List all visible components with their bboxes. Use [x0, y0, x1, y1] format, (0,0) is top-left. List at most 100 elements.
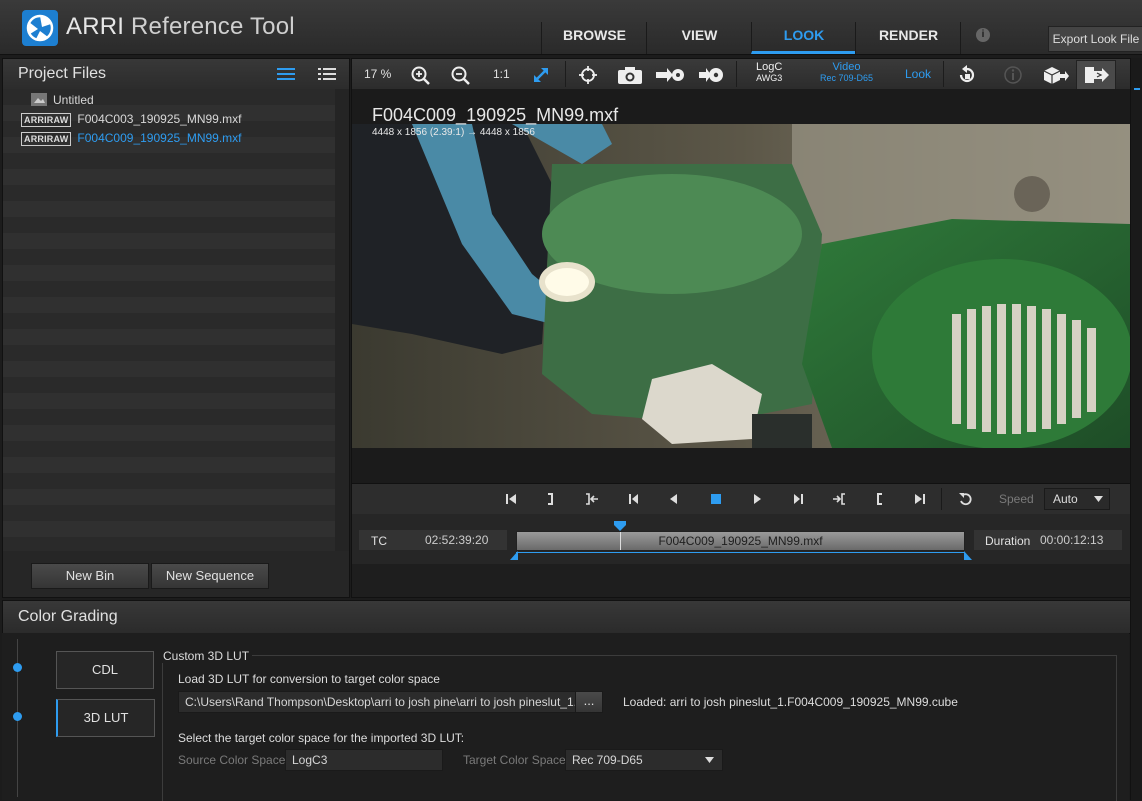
info-disabled-icon [1004, 66, 1022, 84]
speed-select[interactable]: Auto [1044, 488, 1110, 510]
tc-label: TC [371, 534, 387, 548]
go-to-out-icon[interactable] [832, 492, 846, 506]
zoom-in-icon[interactable] [410, 65, 430, 85]
right-scrollbar[interactable] [1130, 58, 1142, 800]
top-bar: ARRI Reference Tool BROWSE VIEW LOOK REN… [0, 0, 1142, 55]
color-grading-title: Color Grading [18, 608, 118, 625]
detail-view-icon[interactable] [318, 67, 336, 81]
arriraw-badge: ARRIRAW [21, 113, 72, 127]
bin-icon [31, 93, 47, 106]
video-output-space[interactable]: Video Rec 709-D65 [820, 62, 873, 84]
load-lut-description: Load 3D LUT for conversion to target col… [178, 672, 440, 686]
target-color-space-label: Target Color Space [463, 753, 566, 767]
toolbar-separator [736, 61, 737, 87]
camera-snapshot-icon[interactable] [617, 65, 643, 85]
crosshair-icon[interactable] [578, 65, 598, 85]
reset-look-icon[interactable] [957, 65, 977, 85]
list-item[interactable]: Untitled [31, 91, 363, 110]
browse-lut-button[interactable]: ... [575, 691, 603, 713]
list-item-label: Untitled [53, 93, 94, 107]
speed-value: Auto [1053, 492, 1078, 506]
in-point-handle[interactable] [510, 551, 518, 560]
clip-resolution: 4448 x 1856 (2.39:1) → 4448 x 1856 [372, 127, 535, 138]
video-frame-image [352, 124, 1130, 448]
new-bin-button[interactable]: New Bin [31, 563, 149, 589]
target-color-space-select[interactable]: Rec 709-D65 [565, 749, 723, 771]
video-output-bottom: Rec 709-D65 [820, 73, 874, 83]
one-to-one-button[interactable]: 1:1 [493, 67, 510, 81]
clip-title: F004C009_190925_MN99.mxf [372, 105, 619, 125]
list-item-label: F004C003_190925_MN99.mxf [77, 112, 242, 126]
video-frame[interactable] [352, 124, 1130, 448]
color-grading-header: Color Grading [2, 600, 1131, 634]
lut-path-field[interactable]: C:\Users\Rand Thompson\Desktop\arri to j… [178, 691, 584, 713]
apply-still-icon[interactable] [698, 65, 724, 85]
tab-render[interactable]: RENDER [855, 22, 961, 54]
speed-label: Speed [999, 492, 1034, 506]
transport-separator [941, 488, 942, 510]
fit-to-window-icon[interactable] [531, 65, 551, 85]
project-files-header: Project Files [3, 59, 349, 89]
play-icon[interactable] [750, 492, 764, 506]
export-look-icon [1085, 67, 1109, 83]
loop-icon[interactable] [958, 492, 974, 506]
previous-frame-icon[interactable] [626, 492, 640, 506]
image-viewer[interactable]: F004C009_190925_MN99.mxf 4448 x 1856 (2.… [352, 89, 1130, 483]
chevron-down-icon [1094, 496, 1103, 502]
list-item-selected[interactable]: ARRIRAW F004C009_190925_MN99.mxf [21, 129, 353, 148]
target-color-space-value: Rec 709-D65 [572, 753, 643, 767]
playhead-line [620, 532, 621, 550]
export-look-button[interactable] [1076, 60, 1116, 90]
select-color-space-description: Select the target color space for the im… [178, 731, 465, 745]
toolbar-separator [943, 61, 944, 87]
playhead-handle[interactable] [614, 521, 626, 531]
list-view-icon[interactable] [277, 67, 295, 81]
transport-controls: Speed Auto [352, 483, 1130, 514]
look-toggle[interactable]: Look [905, 67, 931, 81]
viewer-toolbar: 17 % 1:1 LogC AWG3 Video Rec 709-D65 Loo… [352, 59, 1130, 90]
zoom-out-icon[interactable] [450, 65, 470, 85]
tab-browse[interactable]: BROWSE [541, 22, 647, 54]
source-color-space-label: Source Color Space [178, 753, 286, 767]
out-point-handle[interactable] [964, 551, 972, 560]
duration-box: Duration 00:00:12:13 [974, 530, 1122, 550]
go-to-end-icon[interactable] [913, 492, 927, 506]
next-frame-icon[interactable] [792, 492, 806, 506]
source-color-space-field[interactable]: LogC3 [285, 749, 443, 771]
app-title: ARRI Reference Tool [66, 13, 295, 40]
timeline-track[interactable]: F004C009_190925_MN99.mxf [516, 531, 965, 551]
chevron-down-icon [705, 757, 714, 763]
tc-value: 02:52:39:20 [425, 533, 489, 547]
go-to-start-icon[interactable] [504, 492, 518, 506]
zoom-value[interactable]: 17 % [364, 67, 391, 81]
project-files-panel: Project Files Untitled ARRIRAW F004C003_1… [2, 58, 350, 598]
mark-in-icon[interactable] [873, 492, 887, 506]
duration-value: 00:00:12:13 [1040, 533, 1104, 547]
new-sequence-button[interactable]: New Sequence [151, 563, 269, 589]
stop-icon[interactable] [709, 492, 723, 506]
project-files-title: Project Files [18, 65, 107, 82]
cdl-button[interactable]: CDL [56, 651, 154, 689]
tab-look[interactable]: LOOK [751, 22, 856, 54]
in-out-range [516, 552, 965, 553]
source-color-space-top: LogC [756, 61, 783, 73]
mark-out-icon[interactable] [543, 492, 557, 506]
list-item[interactable]: ARRIRAW F004C003_190925_MN99.mxf [21, 110, 353, 129]
play-reverse-icon[interactable] [667, 492, 681, 506]
timeline-bar: TC 02:52:39:20 F004C009_190925_MN99.mxf … [352, 514, 1130, 564]
3d-lut-button[interactable]: 3D LUT [56, 699, 155, 737]
import-look-icon[interactable] [1041, 65, 1069, 85]
source-color-space[interactable]: LogC AWG3 [756, 62, 782, 84]
go-to-in-icon[interactable] [585, 492, 599, 506]
duration-label: Duration [985, 534, 1031, 548]
nav-divider [960, 22, 961, 54]
tab-view[interactable]: VIEW [646, 22, 752, 54]
scroll-indicator [1134, 88, 1140, 90]
grab-still-icon[interactable] [655, 65, 685, 85]
info-icon[interactable]: i [976, 28, 990, 42]
list-item-label: F004C009_190925_MN99.mxf [77, 131, 242, 145]
project-files-scrollbar[interactable] [335, 89, 349, 551]
source-color-space-bottom: AWG3 [756, 73, 783, 83]
arri-logo-icon [22, 10, 58, 46]
loaded-lut-status: Loaded: arri to josh pineslut_1.F004C009… [623, 695, 958, 709]
